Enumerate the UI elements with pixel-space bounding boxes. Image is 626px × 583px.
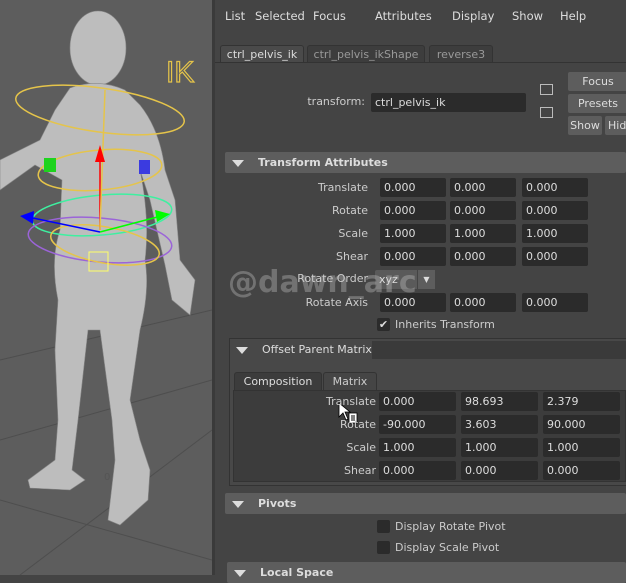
offset-rotate-z-field[interactable]: 90.000 — [543, 415, 620, 434]
rotate-order-label: Rotate Order — [297, 272, 368, 285]
section-local-space[interactable]: Local Space — [227, 562, 626, 583]
offset-rotate-x-field[interactable]: -90.000 — [379, 415, 456, 434]
grid-origin-label: 0 — [104, 472, 110, 483]
offset-translate-y-field[interactable]: 98.693 — [461, 392, 538, 411]
attribute-editor: transform: ctrl_pelvis_ik Focus Presets … — [215, 0, 626, 583]
collapse-triangle-icon — [234, 569, 246, 577]
offset-shear-label: Shear — [344, 464, 376, 477]
menu-show[interactable]: Show — [512, 9, 543, 23]
offset-scale-label: Scale — [346, 441, 376, 454]
translate-z-field[interactable]: 0.000 — [522, 178, 588, 197]
presets-button[interactable]: Presets — [568, 94, 626, 113]
rotate-x-field[interactable]: 0.000 — [380, 201, 446, 220]
load-input-icon[interactable] — [540, 84, 553, 95]
display-rotate-pivot-label: Display Rotate Pivot — [395, 520, 506, 533]
section-title: Local Space — [260, 566, 334, 579]
collapse-triangle-icon — [232, 500, 244, 508]
hide-button[interactable]: Hid — [605, 116, 626, 135]
translate-label: Translate — [318, 181, 368, 194]
load-output-icon[interactable] — [540, 107, 553, 118]
offset-scale-x-field[interactable]: 1.000 — [379, 438, 456, 457]
section-title: Offset Parent Matrix — [262, 343, 372, 356]
offset-parent-matrix-field[interactable] — [372, 341, 626, 359]
translate-x-field[interactable]: 0.000 — [380, 178, 446, 197]
offset-translate-x-field[interactable]: 0.000 — [379, 392, 456, 411]
scale-label: Scale — [338, 227, 368, 240]
section-title: Transform Attributes — [258, 156, 388, 169]
rotate-order-value: xyz — [379, 273, 398, 286]
offset-shear-x-field[interactable]: 0.000 — [379, 461, 456, 480]
ik-label: IK — [166, 56, 194, 89]
rotate-label: Rotate — [331, 204, 368, 217]
shear-label: Shear — [336, 250, 368, 263]
tab-ctrl-pelvis-ik[interactable]: ctrl_pelvis_ik — [220, 45, 304, 63]
section-title: Pivots — [258, 497, 297, 510]
display-scale-pivot-label: Display Scale Pivot — [395, 541, 500, 554]
display-scale-pivot-checkbox[interactable] — [377, 541, 390, 554]
inherits-transform-label: Inherits Transform — [395, 318, 495, 331]
menu-display[interactable]: Display — [452, 9, 494, 23]
rotate-y-field[interactable]: 0.000 — [450, 201, 516, 220]
section-pivots[interactable]: Pivots — [225, 493, 626, 514]
shear-z-field[interactable]: 0.000 — [522, 247, 588, 266]
offset-shear-z-field[interactable]: 0.000 — [543, 461, 620, 480]
offset-scale-z-field[interactable]: 1.000 — [543, 438, 620, 457]
transform-label: transform: — [307, 95, 365, 108]
transform-name-field[interactable]: ctrl_pelvis_ik — [371, 93, 526, 112]
section-offset-parent-matrix[interactable]: Offset Parent Matrix — [229, 340, 379, 360]
collapse-triangle-icon — [236, 346, 248, 354]
3d-viewport[interactable]: IK 0 — [0, 0, 212, 575]
offset-translate-label: Translate — [326, 395, 376, 408]
offset-scale-y-field[interactable]: 1.000 — [461, 438, 538, 457]
offset-rotate-y-field[interactable]: 3.603 — [461, 415, 538, 434]
rotate-order-dropdown[interactable]: xyz ▼ — [375, 270, 435, 289]
rotate-axis-y-field[interactable]: 0.000 — [450, 293, 516, 312]
tab-matrix[interactable]: Matrix — [323, 372, 377, 390]
inherits-transform-checkbox[interactable]: ✔ — [377, 318, 390, 331]
menu-attributes[interactable]: Attributes — [375, 9, 432, 23]
scale-y-field[interactable]: 1.000 — [450, 224, 516, 243]
offset-translate-z-field[interactable]: 2.379 — [543, 392, 620, 411]
tab-reverse3[interactable]: reverse3 — [429, 45, 493, 63]
menu-selected[interactable]: Selected — [255, 9, 305, 23]
section-transform-attributes[interactable]: Transform Attributes — [225, 152, 626, 173]
rotate-axis-x-field[interactable]: 0.000 — [380, 293, 446, 312]
character-model: IK 0 — [0, 10, 212, 575]
display-rotate-pivot-checkbox[interactable] — [377, 520, 390, 533]
chevron-down-icon: ▼ — [417, 270, 435, 289]
menu-focus[interactable]: Focus — [313, 9, 346, 23]
offset-shear-y-field[interactable]: 0.000 — [461, 461, 538, 480]
rotate-axis-z-field[interactable]: 0.000 — [522, 293, 588, 312]
rotate-z-field[interactable]: 0.000 — [522, 201, 588, 220]
shear-x-field[interactable]: 0.000 — [380, 247, 446, 266]
shear-y-field[interactable]: 0.000 — [450, 247, 516, 266]
focus-button[interactable]: Focus — [568, 72, 626, 91]
scale-x-field[interactable]: 1.000 — [380, 224, 446, 243]
menu-help[interactable]: Help — [560, 9, 586, 23]
tab-ctrl-pelvis-ikShape[interactable]: ctrl_pelvis_ikShape — [307, 45, 425, 63]
collapse-triangle-icon — [232, 159, 244, 167]
translate-y-field[interactable]: 0.000 — [450, 178, 516, 197]
menu-list[interactable]: List — [225, 9, 245, 23]
rotate-axis-label: Rotate Axis — [305, 296, 368, 309]
show-button[interactable]: Show — [568, 116, 602, 135]
tab-composition[interactable]: Composition — [234, 372, 322, 390]
tab-bar-divider — [215, 62, 626, 63]
offset-rotate-label: Rotate — [339, 418, 376, 431]
scale-z-field[interactable]: 1.000 — [522, 224, 588, 243]
